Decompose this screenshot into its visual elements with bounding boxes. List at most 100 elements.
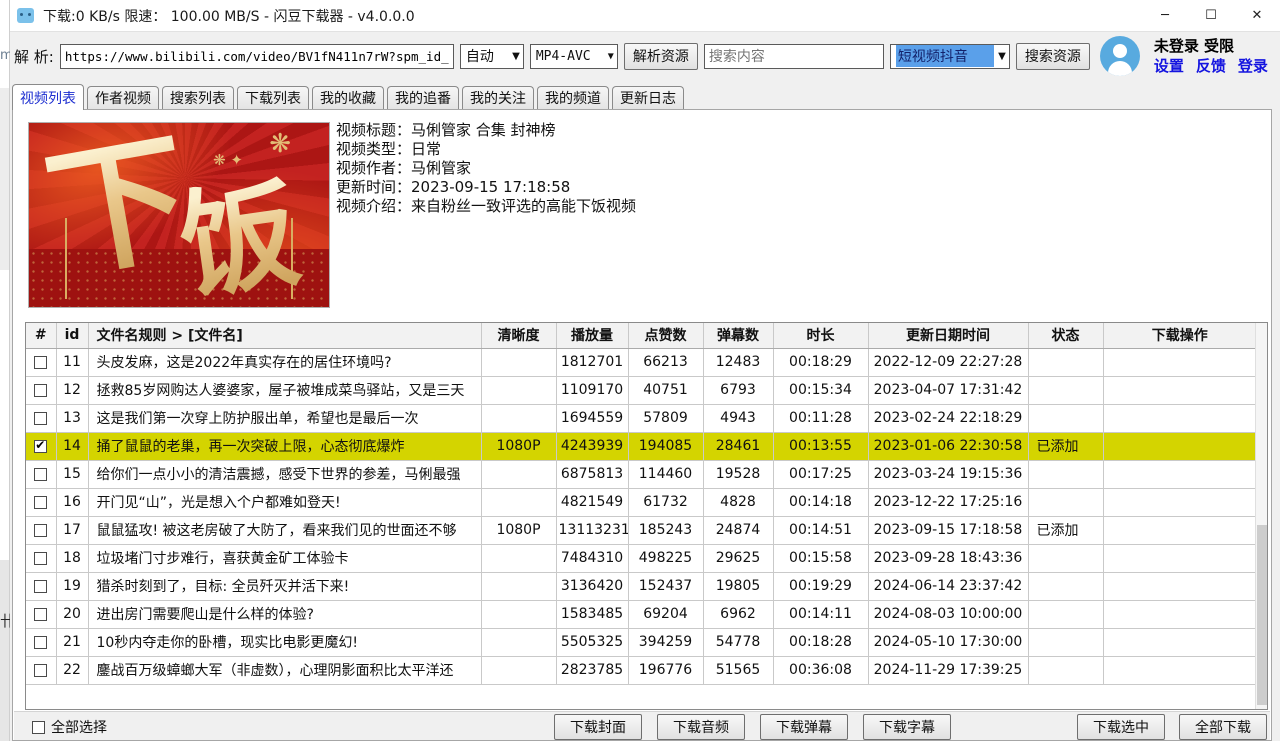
cell: 进出房门需要爬山是什么样的体验? bbox=[88, 600, 481, 628]
cell bbox=[1103, 348, 1256, 376]
cell: 2024-06-14 23:37:42 bbox=[868, 572, 1028, 600]
cell: 2023-02-24 22:18:29 bbox=[868, 404, 1028, 432]
cell bbox=[1028, 572, 1103, 600]
download-button[interactable]: 全部下载 bbox=[1179, 714, 1267, 740]
cell: 00:18:29 bbox=[773, 348, 868, 376]
search-resource-button[interactable]: 搜索资源 bbox=[1016, 43, 1090, 70]
download-button[interactable]: 下载字幕 bbox=[863, 714, 951, 740]
cell: 3136420 bbox=[556, 572, 628, 600]
cell bbox=[481, 404, 556, 432]
tab[interactable]: 我的关注 bbox=[462, 86, 534, 109]
download-button[interactable]: 下载选中 bbox=[1077, 714, 1165, 740]
parse-resource-button[interactable]: 解析资源 bbox=[624, 43, 698, 70]
video-info-label: 视频标题： bbox=[336, 121, 411, 139]
cell: 2022-12-09 22:27:28 bbox=[868, 348, 1028, 376]
row-checkbox[interactable] bbox=[34, 552, 47, 565]
table-row[interactable]: 13这是我们第一次穿上防护服出单，希望也是最后一次169455957809494… bbox=[26, 404, 1256, 432]
row-checkbox[interactable] bbox=[34, 496, 47, 509]
format-select[interactable]: MP4-AVC ▼ bbox=[530, 44, 618, 69]
column-header[interactable]: 下载操作 bbox=[1103, 323, 1256, 348]
tab[interactable]: 下载列表 bbox=[237, 86, 309, 109]
select-all-checkbox[interactable] bbox=[32, 721, 45, 734]
video-info: 视频标题：马俐管家 合集 封神榜 视频类型：日常 视频作者：马俐管家 更新时间：… bbox=[336, 121, 636, 216]
download-button[interactable]: 下载弹幕 bbox=[760, 714, 848, 740]
table-row[interactable]: 17鼠鼠猛攻! 被这老房破了大防了，看来我们见的世面还不够1080P131132… bbox=[26, 516, 1256, 544]
cell bbox=[1028, 600, 1103, 628]
column-header[interactable]: 点赞数 bbox=[628, 323, 703, 348]
cell: 13113231 bbox=[556, 516, 628, 544]
login-link[interactable]: 反馈 bbox=[1196, 56, 1226, 76]
parse-label: 解 析: bbox=[14, 46, 54, 67]
download-button[interactable]: 下载音频 bbox=[657, 714, 745, 740]
table-row[interactable]: 15给你们一点小小的清洁震撼，感受下世界的参差，马俐最强687581311446… bbox=[26, 460, 1256, 488]
tab[interactable]: 视频列表 bbox=[12, 84, 84, 110]
row-checkbox[interactable] bbox=[34, 412, 47, 425]
column-header[interactable]: 播放量 bbox=[556, 323, 628, 348]
cell bbox=[26, 404, 56, 432]
tab[interactable]: 更新日志 bbox=[612, 86, 684, 109]
cell: 4943 bbox=[703, 404, 773, 432]
login-link[interactable]: 登录 bbox=[1238, 56, 1268, 76]
cell bbox=[1028, 348, 1103, 376]
column-header[interactable]: 文件名规则 > [文件名] bbox=[88, 323, 481, 348]
column-header[interactable]: id bbox=[56, 323, 88, 348]
download-button[interactable]: 下载封面 bbox=[554, 714, 642, 740]
scrollbar-thumb[interactable] bbox=[1257, 525, 1267, 705]
table-row[interactable]: 20进出房门需要爬山是什么样的体验?158348569204696200:14:… bbox=[26, 600, 1256, 628]
row-checkbox[interactable] bbox=[34, 664, 47, 677]
cell: 1080P bbox=[481, 516, 556, 544]
tab[interactable]: 我的追番 bbox=[387, 86, 459, 109]
bottom-bar: 全部选择 下载封面下载音频下载弹幕下载字幕 下载选中全部下载 bbox=[14, 711, 1270, 740]
user-avatar[interactable] bbox=[1100, 36, 1140, 76]
table-row[interactable]: 18垃圾堵门寸步难行，喜获黄金矿工体验卡74843104982252962500… bbox=[26, 544, 1256, 572]
cell: 2024-11-29 17:39:25 bbox=[868, 656, 1028, 684]
table-row[interactable]: 19猎杀时刻到了，目标: 全员歼灭并活下来!313642015243719805… bbox=[26, 572, 1256, 600]
column-header[interactable]: 时长 bbox=[773, 323, 868, 348]
column-header[interactable]: 更新日期时间 bbox=[868, 323, 1028, 348]
search-input[interactable] bbox=[704, 44, 884, 69]
column-header[interactable]: # bbox=[26, 323, 56, 348]
cell: 194085 bbox=[628, 432, 703, 460]
row-checkbox[interactable] bbox=[34, 608, 47, 621]
tab[interactable]: 我的收藏 bbox=[312, 86, 384, 109]
row-checkbox[interactable] bbox=[34, 580, 47, 593]
column-header[interactable]: 弹幕数 bbox=[703, 323, 773, 348]
minimize-button[interactable]: ─ bbox=[1142, 0, 1188, 31]
tab[interactable]: 搜索列表 bbox=[162, 86, 234, 109]
vertical-scrollbar[interactable] bbox=[1255, 323, 1267, 709]
table-row[interactable]: 22鏖战百万级蟑螂大军（非虚数），心理阴影面积比太平洋还282378519677… bbox=[26, 656, 1256, 684]
login-link[interactable]: 设置 bbox=[1154, 56, 1184, 76]
video-info-value: 马俐管家 合集 封神榜 bbox=[411, 121, 556, 139]
row-checkbox[interactable] bbox=[34, 440, 47, 453]
row-checkbox[interactable] bbox=[34, 356, 47, 369]
column-header[interactable]: 清晰度 bbox=[481, 323, 556, 348]
site-select[interactable]: 短视频抖音 ▼ bbox=[890, 44, 1010, 69]
cell bbox=[481, 628, 556, 656]
mode-select[interactable]: 自动 ▼ bbox=[460, 44, 524, 69]
cell: 00:18:28 bbox=[773, 628, 868, 656]
table-row[interactable]: 2110秒内夺走你的卧槽，现实比电影更魔幻!550532539425954778… bbox=[26, 628, 1256, 656]
title-bar: 下载:0 KB/s 限速： 100.00 MB/S - 闪豆下载器 - v4.0… bbox=[10, 0, 1280, 31]
url-input[interactable] bbox=[60, 44, 454, 69]
select-all[interactable]: 全部选择 bbox=[32, 717, 107, 737]
cell: 152437 bbox=[628, 572, 703, 600]
row-checkbox[interactable] bbox=[34, 468, 47, 481]
row-checkbox[interactable] bbox=[34, 384, 47, 397]
row-checkbox[interactable] bbox=[34, 524, 47, 537]
cell: 拯救85岁网购达人婆婆家，屋子被堆成菜鸟驿站，又是三天 bbox=[88, 376, 481, 404]
video-info-value: 2023-09-15 17:18:58 bbox=[411, 178, 570, 196]
tab[interactable]: 我的频道 bbox=[537, 86, 609, 109]
table-header-row: #id文件名规则 > [文件名]清晰度播放量点赞数弹幕数时长更新日期时间状态下载… bbox=[26, 323, 1256, 348]
table-row[interactable]: 16开门见“山”，光是想入个户都难如登天!482154961732482800:… bbox=[26, 488, 1256, 516]
row-checkbox[interactable] bbox=[34, 636, 47, 649]
table-row[interactable]: 11头皮发麻，这是2022年真实存在的居住环境吗?181270166213124… bbox=[26, 348, 1256, 376]
column-header[interactable]: 状态 bbox=[1028, 323, 1103, 348]
close-button[interactable]: ✕ bbox=[1234, 0, 1280, 31]
select-all-label: 全部选择 bbox=[51, 717, 107, 737]
tab[interactable]: 作者视频 bbox=[87, 86, 159, 109]
maximize-button[interactable]: ☐ bbox=[1188, 0, 1234, 31]
table-row[interactable]: 12拯救85岁网购达人婆婆家，屋子被堆成菜鸟驿站，又是三天11091704075… bbox=[26, 376, 1256, 404]
cell bbox=[481, 348, 556, 376]
cell bbox=[1103, 432, 1256, 460]
table-row[interactable]: 14捅了鼠鼠的老巢，再一次突破上限，心态彻底爆炸1080P42439391940… bbox=[26, 432, 1256, 460]
